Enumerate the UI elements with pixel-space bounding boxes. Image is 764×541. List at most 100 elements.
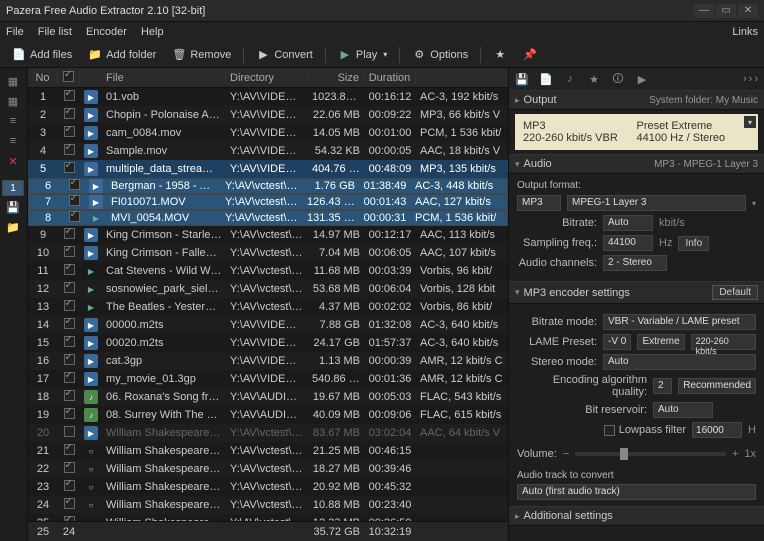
col-dir[interactable]: Directory (226, 72, 308, 84)
close-button[interactable]: ✕ (738, 4, 758, 18)
file-row[interactable]: 15▶00020.m2tsY:\AV\VIDEO_SA...24.17 GB01… (28, 334, 508, 352)
audio-track-select[interactable]: Auto (first audio track) (517, 484, 756, 500)
delete-icon[interactable]: ✕ (2, 152, 24, 170)
col-dur[interactable]: Duration (364, 72, 416, 84)
row-checkbox[interactable] (64, 318, 75, 329)
file-row[interactable]: 22○William Shakespeare - Romeo and Juli.… (28, 460, 508, 478)
file-row[interactable]: 20▶William Shakespeare - Romeo and Julie… (28, 424, 508, 442)
menu-filelist[interactable]: File list (38, 26, 72, 38)
file-row[interactable]: 12▶sosnowiec_park_sielecki.webmY:\AV\vct… (28, 280, 508, 298)
file-row[interactable]: 24○William Shakespeare - Romeo and Juli.… (28, 496, 508, 514)
file-row[interactable]: 3▶cam_0084.movY:\AV\VIDEO_SA...14.05 MB0… (28, 124, 508, 142)
remove-button[interactable]: 🗑Remove (166, 46, 237, 64)
save-icon[interactable]: 💾 (2, 198, 24, 216)
file-row[interactable]: 5▶multiple_data_streams.mkvY:\AV\VIDEO_S… (28, 160, 508, 178)
row-checkbox[interactable] (64, 264, 75, 275)
file-row[interactable]: 4▶Sample.movY:\AV\VIDEO_SA...54.32 KB00:… (28, 142, 508, 160)
tab-doc-icon[interactable]: 📄 (537, 71, 555, 87)
play-button[interactable]: ▶Play▾ (332, 46, 393, 64)
info-button[interactable]: Info (678, 236, 709, 251)
file-row[interactable]: 8▶MVI_0054.MOVY:\AV\vctest\mov...131.35 … (28, 210, 508, 226)
convert-button[interactable]: ▶Convert (250, 46, 319, 64)
list-icon[interactable]: ≡ (2, 112, 24, 130)
options-button[interactable]: ⚙Options (406, 46, 474, 64)
tab-star-icon[interactable]: ★ (585, 71, 603, 87)
preset-dropdown-icon[interactable]: ▾ (744, 116, 756, 128)
row-checkbox[interactable] (64, 444, 75, 455)
freq-select[interactable]: 44100 (603, 235, 653, 251)
row-checkbox[interactable] (64, 498, 75, 509)
preset-box[interactable]: MP3 220-260 kbit/s VBR Preset Extreme 44… (515, 114, 758, 150)
row-checkbox[interactable] (64, 282, 75, 293)
file-row[interactable]: 2▶Chopin - Polonaise As-Dur op 53 'Heroi… (28, 106, 508, 124)
reservoir-select[interactable]: Auto (653, 402, 713, 418)
row-checkbox[interactable] (64, 300, 75, 311)
bitrate-mode-select[interactable]: VBR - Variable / LAME preset (603, 314, 756, 330)
row-checkbox[interactable] (64, 246, 75, 257)
default-button[interactable]: Default (712, 285, 758, 300)
bitrate-select[interactable]: Auto (603, 215, 653, 231)
file-row[interactable]: 9▶King Crimson - Starless.mp4Y:\AV\vctes… (28, 226, 508, 244)
row-checkbox[interactable] (64, 390, 75, 401)
file-row[interactable]: 14▶00000.m2tsY:\AV\VIDEO_SA...7.88 GB01:… (28, 316, 508, 334)
file-row[interactable]: 21○William Shakespeare - Romeo and Juli.… (28, 442, 508, 460)
tab-output-icon[interactable]: 💾 (513, 71, 531, 87)
file-row[interactable]: 23○William Shakespeare - Romeo and Juli.… (28, 478, 508, 496)
file-row[interactable]: 25○William Shakespeare - Romeo and Juli.… (28, 514, 508, 521)
channels-select[interactable]: 2 - Stereo (603, 255, 667, 271)
row-checkbox[interactable] (69, 195, 80, 206)
col-size[interactable]: Size (308, 72, 364, 84)
col-checkbox[interactable] (58, 71, 80, 85)
list2-icon[interactable]: ≡ (2, 132, 24, 150)
file-row[interactable]: 16▶cat.3gpY:\AV\VIDEO_SA...1.13 MB00:00:… (28, 352, 508, 370)
menu-links[interactable]: Links (732, 26, 758, 38)
row-checkbox[interactable] (64, 162, 75, 173)
col-file[interactable]: File (102, 72, 226, 84)
row-checkbox[interactable] (64, 372, 75, 383)
lowpass-checkbox[interactable] (604, 425, 615, 436)
row-checkbox[interactable] (64, 462, 75, 473)
row-checkbox[interactable] (64, 228, 75, 239)
star-button[interactable]: ★ (487, 46, 513, 64)
one-icon[interactable]: 1 (2, 180, 24, 196)
tab-info-icon[interactable]: 🛈 (609, 71, 627, 87)
row-checkbox[interactable] (69, 211, 80, 222)
tab-music-icon[interactable]: ♪ (561, 71, 579, 87)
col-no[interactable]: No (28, 72, 58, 84)
file-row[interactable]: 19♪08. Surrey With The Fringe On Top.fla… (28, 406, 508, 424)
file-row[interactable]: 6▶Bergman - 1958 - Ansiktet (DVD x264 21… (28, 178, 508, 194)
output-section-head[interactable]: ▸ Output System folder: My Music (509, 90, 764, 110)
volume-minus-button[interactable]: − (563, 448, 569, 460)
row-checkbox[interactable] (64, 408, 75, 419)
menu-help[interactable]: Help (141, 26, 164, 38)
volume-plus-button[interactable]: + (732, 448, 738, 460)
quality-num-select[interactable]: 2 (653, 378, 672, 394)
tab-play-icon[interactable]: ▶ (633, 71, 651, 87)
row-checkbox[interactable] (64, 516, 75, 521)
maximize-button[interactable]: ▭ (716, 4, 736, 18)
minimize-button[interactable]: — (694, 4, 714, 18)
pin-button[interactable]: 📌 (517, 46, 543, 64)
file-row[interactable]: 7▶FI010071.MOVY:\AV\vctest\mov...126.43 … (28, 194, 508, 210)
format-short-select[interactable]: MP3 (517, 195, 561, 211)
audio-section-head[interactable]: ▾ Audio MP3 - MPEG-1 Layer 3 (509, 154, 764, 174)
menu-file[interactable]: File (6, 26, 24, 38)
menu-encoder[interactable]: Encoder (86, 26, 127, 38)
add-files-button[interactable]: 📄Add files (6, 46, 78, 64)
file-row[interactable]: 11▶Cat Stevens - Wild World.webmY:\AV\vc… (28, 262, 508, 280)
grid-icon[interactable]: ▦ (2, 72, 24, 90)
row-checkbox[interactable] (69, 179, 80, 190)
row-checkbox[interactable] (64, 108, 75, 119)
volume-slider[interactable] (575, 452, 726, 456)
lowpass-input[interactable] (692, 422, 742, 438)
additional-settings-head[interactable]: ▸ Additional settings (509, 506, 764, 526)
file-row[interactable]: 10▶King Crimson - Fallen Angel.mp4Y:\AV\… (28, 244, 508, 262)
file-row[interactable]: 18♪06. Roxana's Song from 'King Roger'.f… (28, 388, 508, 406)
stereo-select[interactable]: Auto (603, 354, 756, 370)
row-checkbox[interactable] (64, 354, 75, 365)
tab-more-icon[interactable]: ››› (743, 73, 760, 85)
row-checkbox[interactable] (64, 144, 75, 155)
row-checkbox[interactable] (64, 480, 75, 491)
lame-v-select[interactable]: -V 0 (603, 334, 631, 350)
mp3-section-head[interactable]: ▾ MP3 encoder settings Default (509, 281, 764, 304)
